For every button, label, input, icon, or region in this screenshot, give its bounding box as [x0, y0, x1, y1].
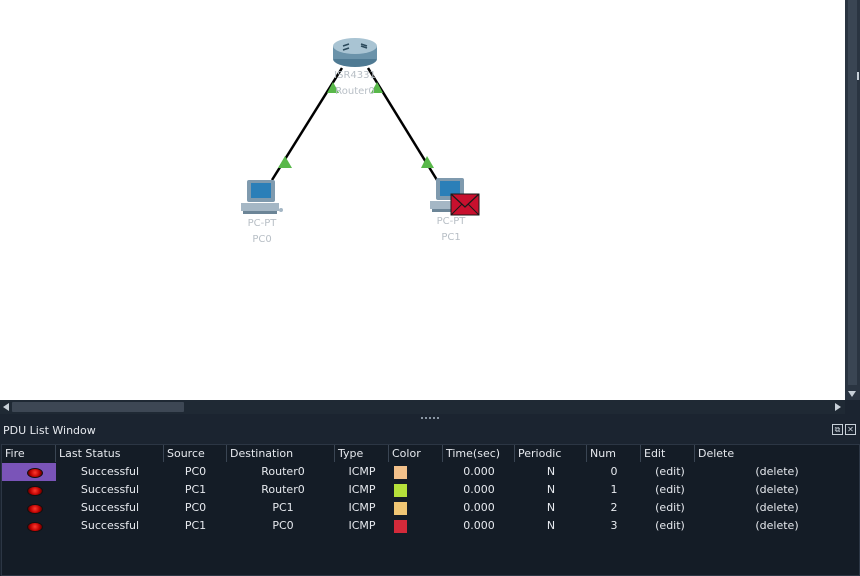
pc0-name-label: PC0: [252, 234, 272, 245]
fire-button-icon[interactable]: [27, 486, 43, 496]
column-header-source[interactable]: Source: [164, 445, 227, 462]
source-cell: PC0: [184, 465, 207, 478]
pc0-model-label: PC-PT: [247, 218, 277, 229]
column-header-type[interactable]: Type: [335, 445, 389, 462]
time-cell: 0.000: [463, 501, 495, 514]
last-status-cell: Successful: [80, 519, 140, 532]
column-header-periodic[interactable]: Periodic: [515, 445, 587, 462]
float-window-icon[interactable]: ⧉: [832, 424, 843, 435]
time-cell: 0.000: [463, 483, 495, 496]
pc0-computer-icon[interactable]: [241, 180, 283, 214]
source-cell: PC1: [184, 519, 207, 532]
column-header-edit[interactable]: Edit: [641, 445, 695, 462]
destination-cell: PC1: [272, 501, 294, 514]
column-header-delete[interactable]: Delete: [695, 445, 859, 462]
fire-cell[interactable]: [2, 517, 56, 535]
pc1-name-label: PC1: [441, 232, 461, 243]
column-header-last-status[interactable]: Last Status: [56, 445, 164, 462]
type-cell: ICMP: [348, 519, 376, 532]
num-cell: 3: [610, 519, 618, 532]
router-model-label: ISR4331: [334, 70, 376, 81]
pc1-model-label: PC-PT: [436, 216, 466, 227]
fire-cell[interactable]: [2, 499, 56, 517]
scroll-right-arrow-icon[interactable]: [835, 403, 841, 411]
fire-cell[interactable]: [2, 463, 56, 481]
topology-canvas[interactable]: ISR4331 Router0 PC-PT PC0 PC-PT PC1: [0, 0, 845, 400]
delete-link[interactable]: (delete): [695, 463, 859, 481]
pdu-table-row[interactable]: Successful PC0 PC1 ICMP 0.000 N 2 (edit) (delete…: [2, 499, 859, 517]
pdu-table-row[interactable]: Successful PC1 Router0 ICMP 0.000 N 1 (edit) (de…: [2, 481, 859, 499]
pdu-envelope-icon[interactable]: [450, 193, 480, 216]
last-status-cell: Successful: [80, 483, 140, 496]
periodic-cell: N: [546, 501, 556, 514]
column-header-time[interactable]: Time(sec): [443, 445, 515, 462]
scroll-down-arrow-icon[interactable]: [848, 391, 856, 397]
pdu-table-row[interactable]: Successful PC0 Router0 ICMP 0.000 N 0 (edit) (de…: [2, 463, 859, 481]
source-cell: PC0: [184, 501, 207, 514]
column-header-fire[interactable]: Fire: [2, 445, 56, 462]
type-cell: ICMP: [348, 501, 376, 514]
delete-link[interactable]: (delete): [695, 481, 859, 499]
pdu-color-swatch: [394, 466, 407, 479]
periodic-cell: N: [546, 465, 556, 478]
scroll-marker: [857, 72, 859, 80]
vertical-scroll-thumb[interactable]: [848, 0, 857, 385]
link-up-indicator: [278, 156, 292, 168]
edit-link[interactable]: (edit): [641, 481, 699, 499]
panel-splitter[interactable]: [0, 414, 860, 422]
pdu-table: Fire Last Status Source Destination Type…: [1, 444, 860, 576]
column-header-num[interactable]: Num: [587, 445, 641, 462]
splitter-grip-icon[interactable]: [421, 417, 439, 421]
fire-cell[interactable]: [2, 481, 56, 499]
periodic-cell: N: [546, 483, 556, 496]
pdu-color-swatch: [394, 520, 407, 533]
column-header-color[interactable]: Color: [389, 445, 443, 462]
edit-link[interactable]: (edit): [641, 517, 699, 535]
close-icon[interactable]: ✕: [845, 424, 856, 435]
horizontal-scroll-thumb[interactable]: [12, 402, 184, 412]
router-name-label: Router0: [335, 86, 375, 97]
source-cell: PC1: [184, 483, 207, 496]
vertical-scrollbar[interactable]: [845, 0, 860, 400]
destination-cell: PC0: [272, 519, 294, 532]
pdu-color-swatch: [394, 484, 407, 497]
column-header-destination[interactable]: Destination: [227, 445, 335, 462]
edit-link[interactable]: (edit): [641, 463, 699, 481]
horizontal-scrollbar[interactable]: [0, 400, 845, 414]
num-cell: 2: [610, 501, 618, 514]
pdu-window-controls: ⧉ ✕: [832, 424, 856, 435]
periodic-cell: N: [546, 519, 556, 532]
num-cell: 1: [610, 483, 618, 496]
fire-button-icon[interactable]: [27, 468, 43, 478]
edit-link[interactable]: (edit): [641, 499, 699, 517]
destination-cell: Router0: [261, 465, 305, 478]
delete-link[interactable]: (delete): [695, 499, 859, 517]
destination-cell: Router0: [261, 483, 305, 496]
scroll-left-arrow-icon[interactable]: [3, 403, 9, 411]
delete-link[interactable]: (delete): [695, 517, 859, 535]
pdu-color-swatch: [394, 502, 407, 515]
pdu-table-row[interactable]: Successful PC1 PC0 ICMP 0.000 N 3 (edit) (delete…: [2, 517, 859, 535]
num-cell: 0: [610, 465, 618, 478]
time-cell: 0.000: [463, 465, 495, 478]
router-icon[interactable]: [333, 38, 377, 67]
fire-button-icon[interactable]: [27, 522, 43, 532]
last-status-cell: Successful: [80, 465, 140, 478]
type-cell: ICMP: [348, 483, 376, 496]
last-status-cell: Successful: [80, 501, 140, 514]
type-cell: ICMP: [348, 465, 376, 478]
pdu-window-title: PDU List Window: [3, 424, 96, 437]
topology-svg: [241, 38, 480, 216]
pdu-list-window: PDU List Window ⧉ ✕ Fire Last Status Sou…: [0, 422, 860, 576]
fire-button-icon[interactable]: [27, 504, 43, 514]
time-cell: 0.000: [463, 519, 495, 532]
